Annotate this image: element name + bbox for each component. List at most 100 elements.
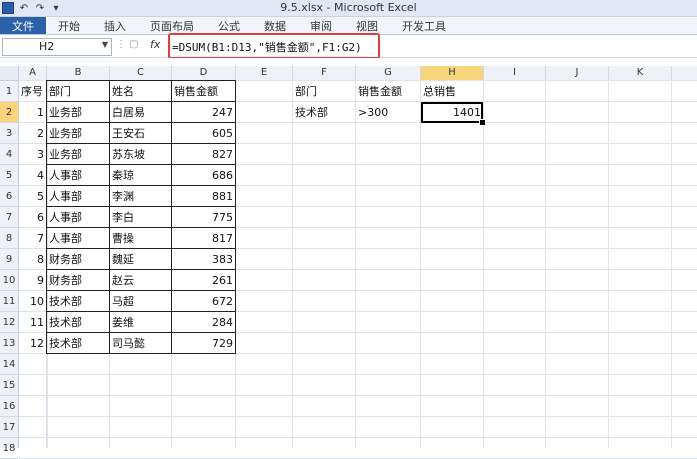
row-header-8[interactable]: 8 [0, 228, 18, 249]
tab-page-layout[interactable]: 页面布局 [138, 17, 206, 34]
row-header-13[interactable]: 13 [0, 333, 18, 354]
table-cell-name[interactable]: 姜维 [110, 312, 172, 333]
criteria-header-cell[interactable]: 部门 [293, 81, 356, 102]
table-cell-name[interactable]: 苏东坡 [110, 144, 172, 165]
column-header-C[interactable]: C [110, 66, 172, 80]
tab-review[interactable]: 审阅 [298, 17, 344, 34]
table-cell-sales[interactable]: 686 [172, 165, 236, 186]
table-cell-dept[interactable]: 人事部 [47, 165, 110, 186]
table-cell-name[interactable]: 赵云 [110, 270, 172, 291]
table-header-cell[interactable]: 序号 [19, 81, 47, 102]
table-cell-id[interactable]: 2 [19, 123, 47, 144]
row-header-2[interactable]: 2 [0, 102, 18, 123]
table-cell-id[interactable]: 11 [19, 312, 47, 333]
insert-function-button[interactable]: fx [150, 38, 160, 51]
row-header-18[interactable]: 18 [0, 438, 18, 459]
table-header-cell[interactable]: 部门 [47, 81, 110, 102]
table-cell-name[interactable]: 司马懿 [110, 333, 172, 354]
tab-developer[interactable]: 开发工具 [390, 17, 458, 34]
table-cell-name[interactable]: 马超 [110, 291, 172, 312]
table-cell-name[interactable]: 曹操 [110, 228, 172, 249]
tab-formulas[interactable]: 公式 [206, 17, 252, 34]
table-cell-id[interactable]: 10 [19, 291, 47, 312]
table-cell-id[interactable]: 5 [19, 186, 47, 207]
row-header-7[interactable]: 7 [0, 207, 18, 228]
active-cell-H2[interactable] [421, 102, 483, 123]
table-cell-id[interactable]: 3 [19, 144, 47, 165]
table-cell-sales[interactable]: 261 [172, 270, 236, 291]
row-header-1[interactable]: 1 [0, 81, 18, 102]
column-header-F[interactable]: F [293, 66, 356, 80]
table-cell-dept[interactable]: 人事部 [47, 228, 110, 249]
table-cell-name[interactable]: 王安石 [110, 123, 172, 144]
table-cell-id[interactable]: 6 [19, 207, 47, 228]
row-header-11[interactable]: 11 [0, 291, 18, 312]
table-cell-id[interactable]: 9 [19, 270, 47, 291]
table-cell-dept[interactable]: 财务部 [47, 249, 110, 270]
table-cell-id[interactable]: 8 [19, 249, 47, 270]
tab-home[interactable]: 开始 [46, 17, 92, 34]
table-cell-dept[interactable]: 业务部 [47, 102, 110, 123]
table-cell-dept[interactable]: 人事部 [47, 186, 110, 207]
chevron-down-icon[interactable]: ▼ [102, 40, 108, 49]
column-header-A[interactable]: A [19, 66, 47, 80]
formula-bar-resize-handle[interactable]: ⋮ ▢ [116, 39, 146, 53]
table-cell-name[interactable]: 白居易 [110, 102, 172, 123]
table-cell-sales[interactable]: 672 [172, 291, 236, 312]
table-cell-dept[interactable]: 技术部 [47, 291, 110, 312]
select-all-corner[interactable] [0, 66, 19, 80]
row-header-10[interactable]: 10 [0, 270, 18, 291]
table-cell-sales[interactable]: 247 [172, 102, 236, 123]
table-cell-sales[interactable]: 383 [172, 249, 236, 270]
table-cell-sales[interactable]: 827 [172, 144, 236, 165]
table-header-cell[interactable]: 销售金额 [172, 81, 236, 102]
row-header-5[interactable]: 5 [0, 165, 18, 186]
table-cell-dept[interactable]: 业务部 [47, 144, 110, 165]
column-header-E[interactable]: E [236, 66, 293, 80]
row-header-4[interactable]: 4 [0, 144, 18, 165]
tab-data[interactable]: 数据 [252, 17, 298, 34]
table-cell-sales[interactable]: 817 [172, 228, 236, 249]
table-cell-sales[interactable]: 729 [172, 333, 236, 354]
table-cell-name[interactable]: 秦琼 [110, 165, 172, 186]
table-cell-name[interactable]: 李渊 [110, 186, 172, 207]
table-cell-dept[interactable]: 财务部 [47, 270, 110, 291]
table-cell-sales[interactable]: 775 [172, 207, 236, 228]
criteria-sales-value[interactable]: >300 [356, 102, 421, 123]
table-cell-dept[interactable]: 业务部 [47, 123, 110, 144]
row-header-12[interactable]: 12 [0, 312, 18, 333]
table-cell-dept[interactable]: 技术部 [47, 333, 110, 354]
table-cell-sales[interactable]: 881 [172, 186, 236, 207]
column-header-D[interactable]: D [172, 66, 236, 80]
row-header-3[interactable]: 3 [0, 123, 18, 144]
criteria-header-cell[interactable]: 总销售 [421, 81, 484, 102]
table-cell-name[interactable]: 魏延 [110, 249, 172, 270]
column-header-B[interactable]: B [47, 66, 110, 80]
criteria-dept-value[interactable]: 技术部 [293, 102, 356, 123]
tab-insert[interactable]: 插入 [92, 17, 138, 34]
table-cell-id[interactable]: 12 [19, 333, 47, 354]
row-header-9[interactable]: 9 [0, 249, 18, 270]
fill-handle[interactable] [479, 119, 486, 126]
column-header-H[interactable]: H [421, 66, 484, 80]
table-header-cell[interactable]: 姓名 [110, 81, 172, 102]
table-cell-name[interactable]: 李白 [110, 207, 172, 228]
row-header-14[interactable]: 14 [0, 354, 18, 375]
row-header-17[interactable]: 17 [0, 417, 18, 438]
formula-input[interactable]: =DSUM(B1:D13,"销售金额",F1:G2) [166, 38, 695, 54]
table-cell-id[interactable]: 1 [19, 102, 47, 123]
name-box[interactable]: H2 ▼ [2, 38, 112, 56]
row-header-15[interactable]: 15 [0, 375, 18, 396]
table-cell-dept[interactable]: 技术部 [47, 312, 110, 333]
column-header-J[interactable]: J [546, 66, 609, 80]
table-cell-dept[interactable]: 人事部 [47, 207, 110, 228]
column-header-G[interactable]: G [356, 66, 421, 80]
tab-view[interactable]: 视图 [344, 17, 390, 34]
column-header-K[interactable]: K [609, 66, 672, 80]
table-cell-sales[interactable]: 284 [172, 312, 236, 333]
table-cell-id[interactable]: 4 [19, 165, 47, 186]
row-header-6[interactable]: 6 [0, 186, 18, 207]
row-header-16[interactable]: 16 [0, 396, 18, 417]
tab-file[interactable]: 文件 [0, 17, 46, 34]
table-cell-id[interactable]: 7 [19, 228, 47, 249]
